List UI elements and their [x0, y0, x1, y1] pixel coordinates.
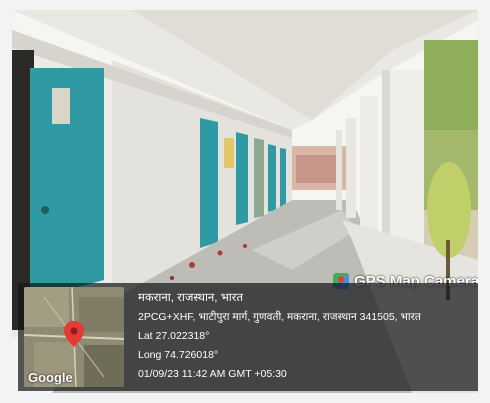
place-name: मकराना, राजस्थान, भारत [138, 292, 244, 304]
address-line: 2PCG+XHF, भाटीपुरा मार्ग, गुणवती, मकराना… [138, 311, 421, 323]
photo-frame: GPS Map Camera Google मकराना, राजस्थान, … [0, 0, 490, 403]
location-info-panel: Google मकराना, राजस्थान, भारत 2PCG+XHF, … [18, 283, 478, 391]
timestamp: 01/09/23 11:42 AM GMT +05:30 [138, 368, 287, 380]
location-details: मकराना, राजस्थान, भारत 2PCG+XHF, भाटीपुर… [138, 289, 474, 384]
google-logo: Google [28, 370, 73, 385]
latitude: Lat 27.022318° [138, 330, 210, 342]
location-map-thumbnail: Google [24, 287, 124, 387]
longitude: Long 74.726018° [138, 349, 219, 361]
